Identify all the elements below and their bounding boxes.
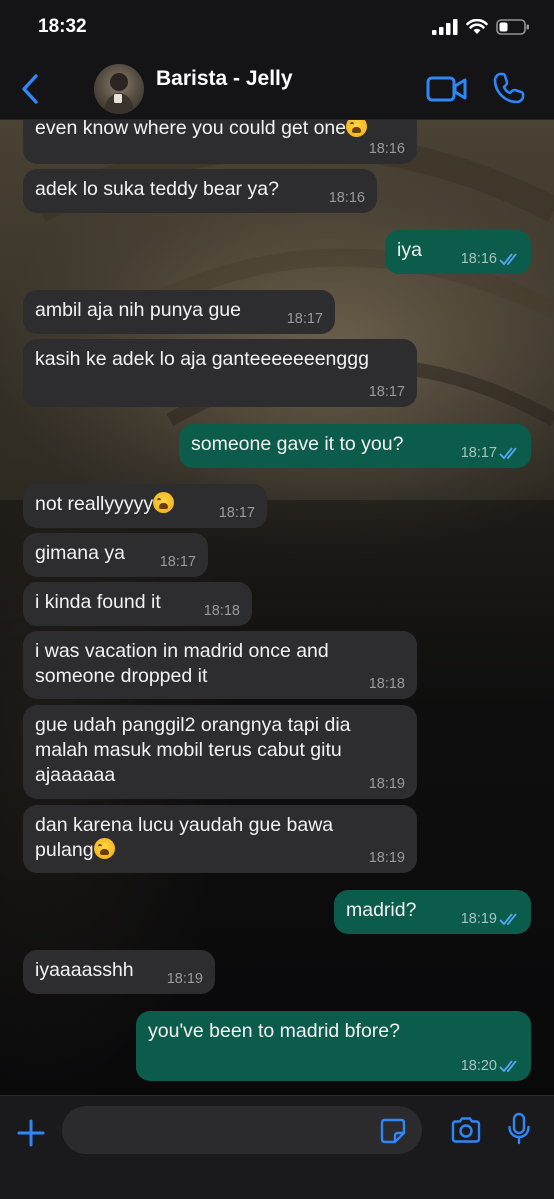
message-text-line: i was vacation in madrid once and: [35, 640, 329, 662]
message-time: 18:16: [328, 190, 365, 206]
message-text: you've been to madrid bfore?: [148, 1020, 400, 1042]
message-time: 18:17: [159, 554, 196, 570]
message-text-line: gue udah panggil2 orangnya tapi dia: [35, 714, 351, 736]
status-time: 18:32: [38, 16, 87, 37]
battery-icon: [496, 19, 529, 35]
message-bubble-outgoing[interactable]: you've been to madrid bfore? 18:20: [136, 1011, 531, 1081]
read-receipt-icon: [499, 253, 517, 266]
read-receipt-icon: [499, 447, 517, 460]
phone-icon[interactable]: [492, 71, 526, 105]
message-bubble-outgoing[interactable]: iya 18:16: [385, 230, 531, 274]
back-button[interactable]: [18, 72, 44, 106]
wifi-icon: [466, 19, 488, 34]
message-text: madrid?: [346, 899, 417, 921]
message-text-line: dan karena lucu yaudah gue bawa: [35, 814, 334, 836]
chat-header: Barista - Jelly: [0, 58, 554, 120]
camera-icon[interactable]: [450, 1116, 482, 1144]
contact-name[interactable]: Barista - Jelly: [156, 67, 293, 91]
message-input[interactable]: [62, 1106, 422, 1154]
message-time: 18:20: [460, 1058, 497, 1074]
message-time: 18:19: [368, 850, 405, 866]
message-bubble-incoming[interactable]: even know where you could get one 18:16: [23, 120, 417, 164]
message-text: not reallyyyyy: [35, 493, 154, 515]
message-text-line: pulang: [35, 839, 94, 861]
message-bubble-incoming[interactable]: gue udah panggil2 orangnya tapi dia mala…: [23, 705, 417, 799]
message-text: iyaaaasshh: [35, 959, 134, 981]
message-bubble-outgoing[interactable]: madrid? 18:19: [334, 890, 531, 934]
microphone-icon[interactable]: [507, 1112, 531, 1146]
message-text-line: malah masuk mobil terus cabut gitu: [35, 739, 342, 761]
message-time: 18:16: [368, 141, 405, 157]
message-time: 18:16: [460, 251, 497, 267]
message-bubble-incoming[interactable]: iyaaaasshh 18:19: [23, 950, 215, 994]
message-list[interactable]: even know where you could get one 18:16 …: [0, 120, 554, 1095]
message-time: 18:17: [286, 311, 323, 327]
crying-emoji-icon: [93, 838, 115, 859]
message-bubble-incoming[interactable]: adek lo suka teddy bear ya? 18:16: [23, 169, 377, 213]
cellular-signal-icon: [432, 19, 458, 35]
contact-avatar[interactable]: [94, 64, 144, 114]
message-time: 18:17: [460, 445, 497, 461]
message-bubble-outgoing[interactable]: someone gave it to you? 18:17: [179, 424, 531, 468]
message-bubble-incoming[interactable]: dan karena lucu yaudah gue bawa pulang 1…: [23, 805, 417, 873]
message-text: i kinda found it: [35, 591, 161, 613]
grinning-emoji-icon: [346, 120, 368, 137]
message-bubble-incoming[interactable]: i kinda found it 18:18: [23, 582, 252, 626]
message-text: adek lo suka teddy bear ya?: [35, 178, 279, 200]
message-bubble-incoming[interactable]: kasih ke adek lo aja ganteeeeeeenggg 18:…: [23, 339, 417, 407]
message-text: ambil aja nih punya gue: [35, 299, 241, 321]
message-bubble-incoming[interactable]: gimana ya 18:17: [23, 533, 208, 577]
status-icons: [432, 19, 530, 35]
message-text: someone gave it to you?: [191, 433, 404, 455]
message-bubble-incoming[interactable]: ambil aja nih punya gue 18:17: [23, 290, 335, 334]
video-call-icon[interactable]: [426, 74, 468, 104]
message-text: kasih ke adek lo aja ganteeeeeeenggg: [35, 348, 369, 370]
message-time: 18:17: [218, 505, 255, 521]
message-time: 18:19: [460, 911, 497, 927]
message-text: gimana ya: [35, 542, 125, 564]
message-time: 18:17: [368, 384, 405, 400]
message-time: 18:18: [368, 676, 405, 692]
message-time: 18:18: [203, 603, 240, 619]
read-receipt-icon: [499, 1060, 517, 1073]
message-text-line: ajaaaaaa: [35, 764, 116, 786]
message-text: even know where you could get one: [35, 120, 347, 139]
sticker-icon[interactable]: [380, 1118, 406, 1144]
status-bar: 18:32: [0, 0, 554, 58]
message-time: 18:19: [368, 776, 405, 792]
message-bubble-incoming[interactable]: not reallyyyyy 18:17: [23, 484, 267, 528]
message-text-line: someone dropped it: [35, 665, 208, 687]
crying-emoji-icon: [153, 492, 175, 513]
message-composer: [0, 1095, 554, 1199]
message-text: iya: [397, 239, 422, 261]
message-bubble-incoming[interactable]: i was vacation in madrid once and someon…: [23, 631, 417, 699]
read-receipt-icon: [499, 913, 517, 926]
message-time: 18:19: [166, 971, 203, 987]
plus-icon[interactable]: [16, 1118, 46, 1148]
